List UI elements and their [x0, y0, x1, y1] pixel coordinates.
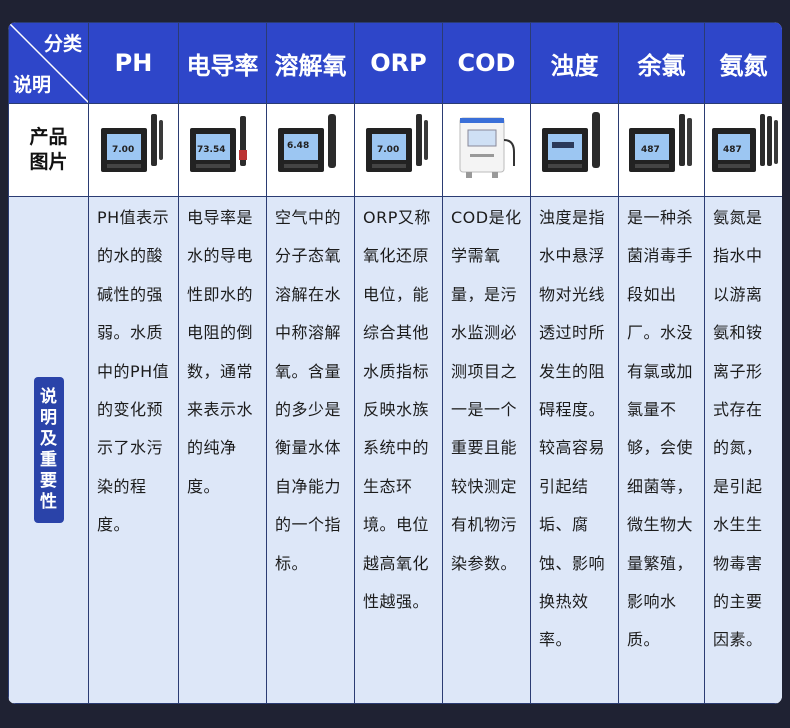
ammonia-nitrogen-meter-reading: 487: [723, 145, 742, 155]
description-cell-residual-chlorine: 是一种杀菌消毒手段如出厂。水没有氯或加氯量不够，会使细菌等，微生物大量繁殖，影响…: [618, 196, 705, 704]
product-image-residual-chlorine: 487: [618, 103, 705, 197]
corner-description-label: 说明: [13, 74, 52, 96]
description-cell-ammonia-nitrogen: 氨氮是指水中以游离氨和铵离子形式存在的氮，是引起水生生物毒害的主要因素。: [704, 196, 782, 704]
description-side-cell: 说明及重要性: [8, 196, 89, 704]
product-image-orp: 7.00: [354, 103, 443, 197]
corner-header-cell: 分类 说明: [8, 22, 89, 104]
description-cell-cod: COD是化学需氧量，是污水监测必测项目之一是一个重要且能较快测定有机物污染参数。: [442, 196, 531, 704]
ammonia-nitrogen-meter-icon: 487: [711, 114, 778, 172]
dissolved-oxygen-meter-reading: 6.48: [287, 141, 309, 151]
description-text-orp: ORP又称氧化还原电位，能综合其他水质指标反映水族系统中的生态环境。电位越高氧化…: [363, 208, 431, 612]
header-row: 分类 说明 PH 电导率 溶解氧 ORP COD 浊度 余氯 氨氮: [8, 22, 782, 104]
cod-analyzer-icon: [459, 117, 515, 178]
ph-meter-icon: 7.00: [100, 114, 163, 172]
product-image-label: 产品 图片: [9, 125, 88, 175]
description-text-ammonia-nitrogen: 氨氮是指水中以游离氨和铵离子形式存在的氮，是引起水生生物毒害的主要因素。: [713, 208, 763, 650]
column-header-dissolved-oxygen: 溶解氧: [266, 22, 355, 104]
description-text-ph: PH值表示的水的酸碱性的强弱。水质中的PH值的变化预示了水污染的程度。: [97, 208, 170, 535]
column-header-ph: PH: [88, 22, 179, 104]
description-importance-badge: 说明及重要性: [33, 377, 64, 523]
water-quality-comparison-table: 分类 说明 PH 电导率 溶解氧 ORP COD 浊度 余氯 氨氮 产品 图片: [8, 22, 782, 704]
description-text-turbidity: 浊度是指水中悬浮物对光线透过时所发生的阻碍程度。较高容易引起结垢、腐蚀、影响换热…: [539, 208, 606, 650]
column-header-conductivity: 电导率: [178, 22, 267, 104]
product-image-turbidity: [530, 103, 619, 197]
description-text-dissolved-oxygen: 空气中的分子态氧溶解在水中称溶解氧。含量的多少是衡量水体自净能力的一个指标。: [275, 208, 342, 573]
residual-chlorine-meter-reading: 487: [641, 145, 660, 155]
description-text-cod: COD是化学需氧量，是污水监测必测项目之一是一个重要且能较快测定有机物污染参数。: [451, 208, 522, 573]
conductivity-meter-icon: 73.54: [189, 116, 247, 172]
turbidity-meter-icon: [541, 112, 600, 172]
description-row: 说明及重要性 PH值表示的水的酸碱性的强弱。水质中的PH值的变化预示了水污染的程…: [8, 196, 782, 704]
conductivity-meter-reading: 73.54: [197, 145, 225, 155]
product-image-dissolved-oxygen: 6.48: [266, 103, 355, 197]
column-header-orp: ORP: [354, 22, 443, 104]
description-cell-conductivity: 电导率是水的导电性即水的电阻的倒数，通常来表示水的纯净度。: [178, 196, 267, 704]
orp-meter-icon: 7.00: [365, 114, 428, 172]
ph-meter-reading: 7.00: [112, 145, 134, 155]
product-image-ammonia-nitrogen: 487: [704, 103, 782, 197]
description-cell-turbidity: 浊度是指水中悬浮物对光线透过时所发生的阻碍程度。较高容易引起结垢、腐蚀、影响换热…: [530, 196, 619, 704]
product-image-ph: 7.00: [88, 103, 179, 197]
product-image-label-cell: 产品 图片: [8, 103, 89, 197]
corner-category-label: 分类: [43, 33, 82, 55]
description-text-conductivity: 电导率是水的导电性即水的电阻的倒数，通常来表示水的纯净度。: [187, 208, 254, 496]
description-cell-ph: PH值表示的水的酸碱性的强弱。水质中的PH值的变化预示了水污染的程度。: [88, 196, 179, 704]
description-cell-orp: ORP又称氧化还原电位，能综合其他水质指标反映水族系统中的生态环境。电位越高氧化…: [354, 196, 443, 704]
dissolved-oxygen-meter-icon: 6.48: [277, 114, 336, 172]
column-header-cod: COD: [442, 22, 531, 104]
residual-chlorine-meter-icon: 487: [628, 114, 692, 172]
description-text-residual-chlorine: 是一种杀菌消毒手段如出厂。水没有氯或加氯量不够，会使细菌等，微生物大量繁殖，影响…: [627, 208, 694, 650]
product-image-row: 产品 图片 7.00 73.54 6.48 7.00 487 487: [8, 103, 782, 197]
description-cell-dissolved-oxygen: 空气中的分子态氧溶解在水中称溶解氧。含量的多少是衡量水体自净能力的一个指标。: [266, 196, 355, 704]
comparison-table-frame: 分类 说明 PH 电导率 溶解氧 ORP COD 浊度 余氯 氨氮 产品 图片: [8, 22, 782, 704]
column-header-turbidity: 浊度: [530, 22, 619, 104]
product-image-label-line2: 图片: [29, 151, 68, 173]
column-header-residual-chlorine: 余氯: [618, 22, 705, 104]
column-header-ammonia-nitrogen: 氨氮: [704, 22, 782, 104]
orp-meter-reading: 7.00: [377, 145, 399, 155]
product-image-cod: [442, 103, 531, 197]
product-image-label-line1: 产品: [29, 126, 68, 148]
product-image-conductivity: 73.54: [178, 103, 267, 197]
